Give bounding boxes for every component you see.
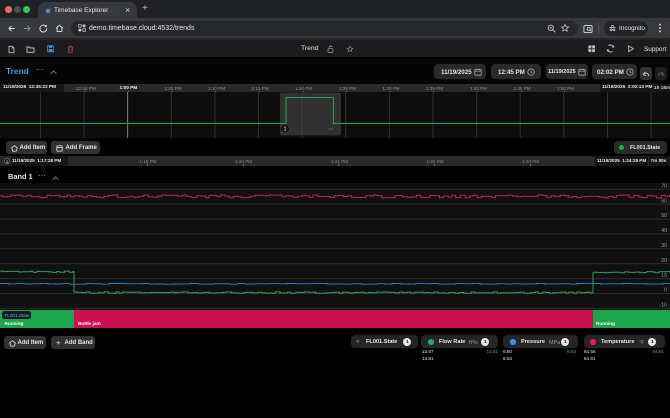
svg-text:-10: -10 — [660, 303, 668, 309]
svg-text:60: 60 — [661, 198, 667, 204]
svg-text:0: 0 — [664, 288, 667, 294]
svg-text:20: 20 — [661, 258, 667, 264]
svg-text:10: 10 — [661, 273, 667, 279]
svg-text:30: 30 — [661, 243, 667, 249]
svg-text:40: 40 — [661, 228, 667, 234]
svg-text:50: 50 — [661, 213, 667, 219]
svg-text:⋯: ⋯ — [328, 127, 334, 133]
svg-text:70: 70 — [661, 183, 667, 189]
svg-text:1: 1 — [283, 127, 286, 133]
